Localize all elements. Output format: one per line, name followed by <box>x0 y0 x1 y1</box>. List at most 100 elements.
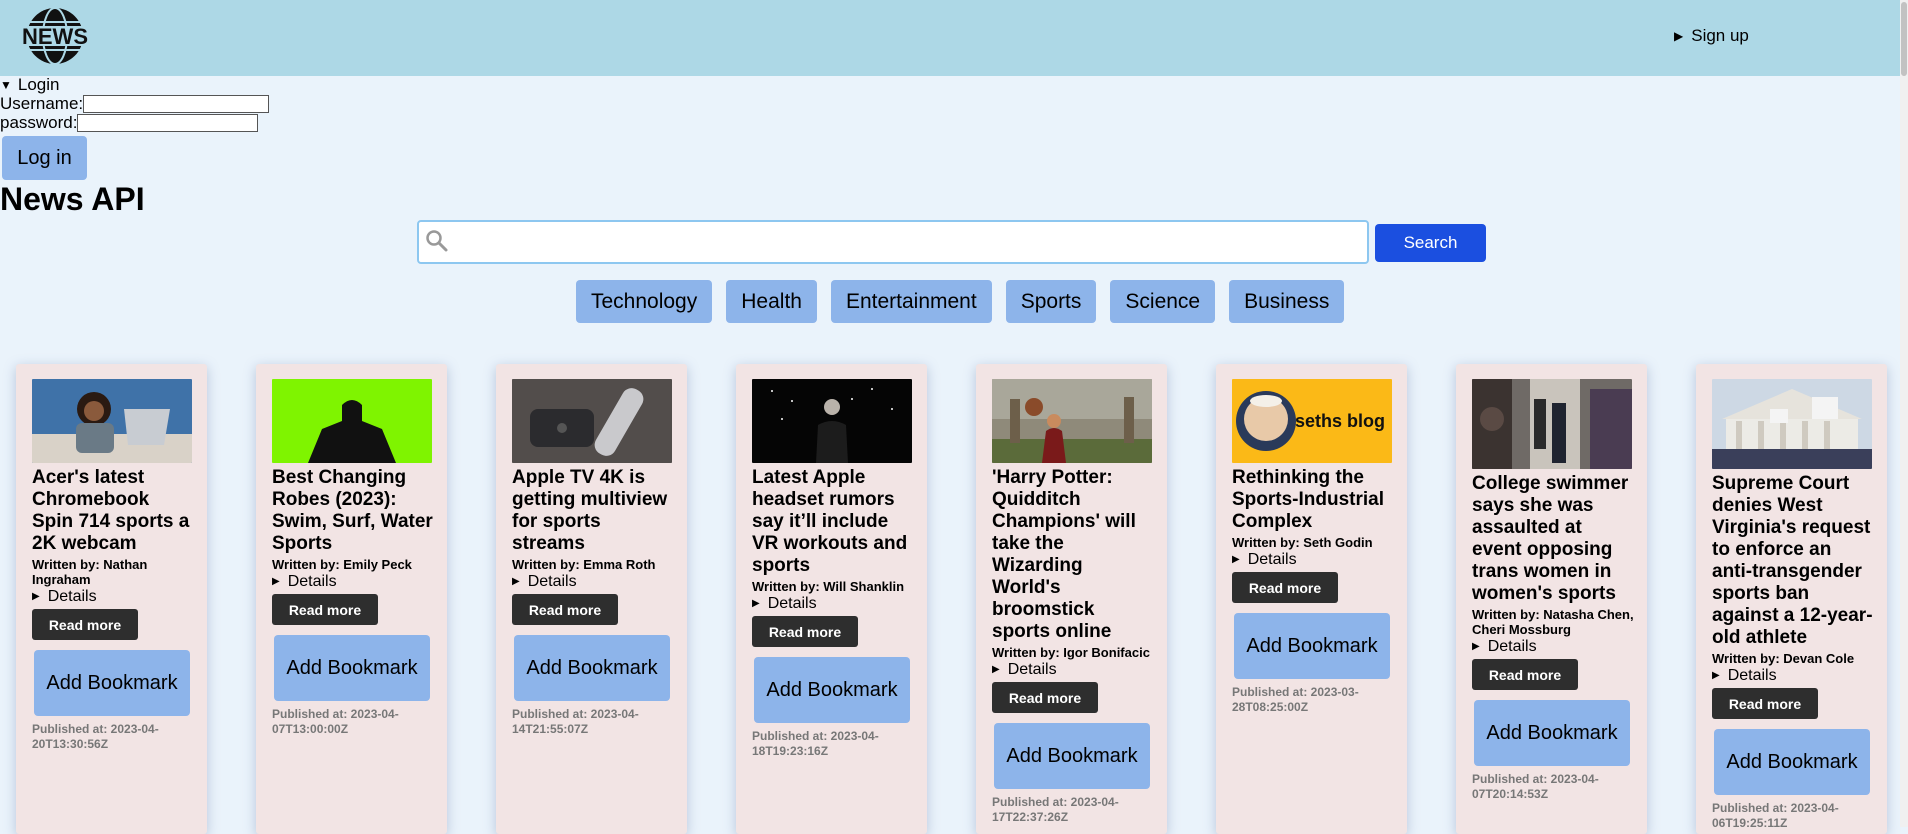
article-card: Latest Apple headset rumors say it’ll in… <box>736 364 927 834</box>
article-card: Best Changing Robes (2023): Swim, Surf, … <box>256 364 447 834</box>
article-author: Written by: Devan Cole <box>1712 651 1855 666</box>
add-bookmark-button[interactable]: Add Bookmark <box>34 650 190 716</box>
category-health[interactable]: Health <box>726 280 817 323</box>
triangle-right-icon: ▶ <box>1712 670 1720 681</box>
details-label: Details <box>47 588 97 605</box>
article-author: Written by: Natasha Chen, Cheri Mossburg <box>1472 607 1634 637</box>
category-business[interactable]: Business <box>1229 280 1345 323</box>
details-label: Details <box>1247 551 1297 568</box>
category-technology[interactable]: Technology <box>576 280 713 323</box>
password-row: password: <box>0 113 269 132</box>
read-more-button[interactable]: Read more <box>1472 659 1578 690</box>
published-date: Published at: 2023-04-18T19:23:16Z <box>752 729 879 758</box>
username-label: Username: <box>0 93 84 113</box>
seths-blog-image: seths blog <box>1232 379 1392 463</box>
details-toggle[interactable]: ▶ Details <box>272 573 434 591</box>
read-more-button[interactable]: Read more <box>752 616 858 647</box>
add-bookmark-button[interactable]: Add Bookmark <box>1234 613 1390 679</box>
speaker-stage-image <box>752 379 912 463</box>
add-bookmark-button[interactable]: Add Bookmark <box>1714 729 1870 795</box>
add-bookmark-button[interactable]: Add Bookmark <box>994 723 1150 789</box>
triangle-right-icon: ▶ <box>1674 29 1684 43</box>
details-toggle[interactable]: ▶ Details <box>32 588 194 606</box>
read-more-button[interactable]: Read more <box>992 682 1098 713</box>
news-globe-logo[interactable]: NEWS <box>12 6 98 66</box>
seths-blog-logo-text: seths blog <box>1295 411 1385 431</box>
login-summary[interactable]: ▼ Login <box>0 75 269 94</box>
article-card: Supreme Court denies West Virginia's req… <box>1696 364 1887 834</box>
password-label: password: <box>0 112 78 132</box>
article-card: seths blog Rethinking the Sports-Industr… <box>1216 364 1407 834</box>
details-toggle[interactable]: ▶ Details <box>1712 667 1874 685</box>
apple-tv-image <box>512 379 672 463</box>
add-bookmark-button[interactable]: Add Bookmark <box>754 657 910 723</box>
article-author: Written by: Will Shanklin <box>752 579 905 594</box>
details-toggle[interactable]: ▶ Details <box>992 661 1154 679</box>
search-box[interactable] <box>417 220 1369 264</box>
article-author: Written by: Emma Roth <box>512 557 656 572</box>
add-bookmark-button[interactable]: Add Bookmark <box>1474 700 1630 766</box>
published-date: Published at: 2023-04-07T13:00:00Z <box>272 707 399 736</box>
page-title: News API <box>0 181 145 217</box>
search-input[interactable] <box>455 226 1359 260</box>
article-title: Best Changing Robes (2023): Swim, Surf, … <box>272 467 433 554</box>
article-author: Written by: Igor Bonifacic <box>992 645 1150 660</box>
category-bar: Technology Health Entertainment Sports S… <box>576 280 1345 323</box>
published-date: Published at: 2023-04-20T13:30:56Z <box>32 722 159 751</box>
article-card: 'Harry Potter: Quidditch Champions' will… <box>976 364 1167 834</box>
crowd-hallway-image <box>1472 379 1632 469</box>
search-icon <box>426 230 448 252</box>
username-row: Username: <box>0 93 270 113</box>
article-author: Written by: Emily Peck <box>272 557 412 572</box>
top-bar: NEWS ▶ Sign up <box>0 0 1908 76</box>
category-science[interactable]: Science <box>1110 280 1216 323</box>
details-toggle[interactable]: ▶ Details <box>1232 551 1394 569</box>
scrollbar-thumb[interactable] <box>1901 2 1907 76</box>
search-button[interactable]: Search <box>1375 224 1486 262</box>
article-card: Acer's latest Chromebook Spin 714 sports… <box>16 364 207 834</box>
details-toggle[interactable]: ▶ Details <box>512 573 674 591</box>
category-sports[interactable]: Sports <box>1005 280 1097 323</box>
laptop-woman-image <box>32 379 192 463</box>
triangle-right-icon: ▶ <box>272 576 280 587</box>
read-more-button[interactable]: Read more <box>512 594 618 625</box>
add-bookmark-button[interactable]: Add Bookmark <box>514 635 670 701</box>
court-protest-image <box>1712 379 1872 469</box>
article-card: College swimmer says she was assaulted a… <box>1456 364 1647 834</box>
triangle-right-icon: ▶ <box>992 664 1000 675</box>
signup-toggle[interactable]: ▶ Sign up <box>1674 26 1749 46</box>
triangle-down-icon: ▼ <box>0 78 12 92</box>
published-date: Published at: 2023-04-17T22:37:26Z <box>992 795 1119 824</box>
login-summary-label: Login <box>17 75 60 94</box>
published-date: Published at: 2023-03-28T08:25:00Z <box>1232 685 1359 714</box>
details-toggle[interactable]: ▶ Details <box>752 595 914 613</box>
published-date: Published at: 2023-04-07T20:14:53Z <box>1472 772 1599 801</box>
article-title: Acer's latest Chromebook Spin 714 sports… <box>32 467 190 554</box>
article-title: Latest Apple headset rumors say it’ll in… <box>752 467 908 576</box>
black-robe-image <box>272 379 432 463</box>
read-more-button[interactable]: Read more <box>1232 572 1338 603</box>
details-label: Details <box>287 573 337 590</box>
read-more-button[interactable]: Read more <box>1712 688 1818 719</box>
article-title: College swimmer says she was assaulted a… <box>1472 473 1629 604</box>
article-author: Written by: Seth Godin <box>1232 535 1373 550</box>
add-bookmark-button[interactable]: Add Bookmark <box>274 635 430 701</box>
page-scrollbar[interactable] <box>1900 0 1908 827</box>
username-input[interactable] <box>83 94 270 113</box>
published-date: Published at: 2023-04-14T21:55:07Z <box>512 707 639 736</box>
article-title: Supreme Court denies West Virginia's req… <box>1712 473 1873 648</box>
password-input[interactable] <box>77 113 259 132</box>
triangle-right-icon: ▶ <box>752 598 760 609</box>
triangle-right-icon: ▶ <box>1472 641 1480 652</box>
article-title: Apple TV 4K is getting multiview for spo… <box>512 467 668 554</box>
article-title: Rethinking the Sports-Industrial Complex <box>1232 467 1385 532</box>
article-card: Apple TV 4K is getting multiview for spo… <box>496 364 687 834</box>
details-toggle[interactable]: ▶ Details <box>1472 638 1634 656</box>
triangle-right-icon: ▶ <box>32 591 40 602</box>
signup-label: Sign up <box>1691 26 1749 45</box>
read-more-button[interactable]: Read more <box>272 594 378 625</box>
login-button[interactable]: Log in <box>2 136 87 180</box>
category-entertainment[interactable]: Entertainment <box>830 280 992 323</box>
article-title: 'Harry Potter: Quidditch Champions' will… <box>992 467 1136 642</box>
read-more-button[interactable]: Read more <box>32 609 138 640</box>
